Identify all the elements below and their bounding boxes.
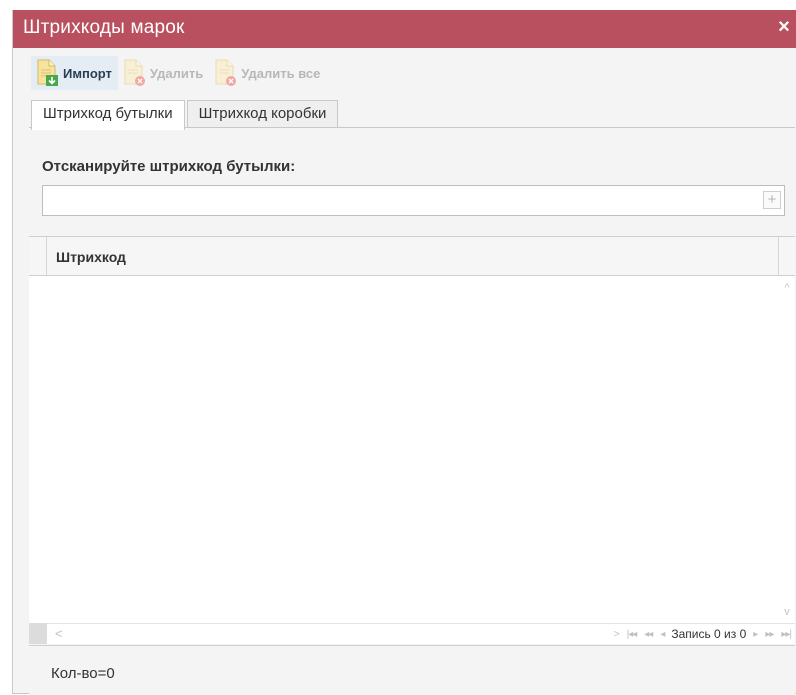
column-divider: [778, 237, 779, 275]
scan-input[interactable]: [43, 186, 753, 215]
scroll-down-icon[interactable]: v: [781, 606, 793, 618]
delete-button[interactable]: Удалить: [118, 56, 209, 90]
horizontal-scrollbar[interactable]: < > |◂◂ ◂◂ ◂ Запись 0 из 0 ▸ ▸▸ ▸▸|: [47, 623, 795, 644]
column-header-barcode[interactable]: Штрихкод: [56, 249, 126, 265]
document-import-icon: [35, 59, 59, 87]
document-delete-all-icon: [213, 59, 237, 87]
tab-box-barcode[interactable]: Штрихкод коробки: [186, 100, 339, 128]
grid-header: Штрихкод: [29, 237, 795, 276]
scroll-corner: [29, 623, 47, 644]
barcodes-dialog: Штрихкоды марок × Импорт Удалить Удалить…: [12, 10, 796, 695]
count-label: Кол-во=0: [51, 665, 115, 682]
dialog-title: Штрихкоды марок: [23, 17, 185, 38]
next-page-icon[interactable]: ▸▸: [761, 629, 777, 640]
scan-label: Отсканируйте штрихкод бутылки:: [42, 158, 296, 175]
scroll-left-icon[interactable]: <: [55, 626, 63, 641]
delete-button-label: Удалить: [149, 65, 204, 81]
delete-all-button[interactable]: Удалить все: [209, 56, 326, 90]
grid-body: [29, 276, 795, 624]
scroll-right-icon[interactable]: >: [610, 629, 623, 640]
tab-bottle-barcode[interactable]: Штрихкод бутылки: [31, 100, 185, 130]
dialog-titlebar: Штрихкоды марок ×: [13, 10, 796, 48]
delete-all-button-label: Удалить все: [241, 65, 321, 81]
barcode-grid: Штрихкод ^ v < > |◂◂ ◂◂ ◂ Запись 0 из 0 …: [29, 236, 795, 644]
scroll-up-icon[interactable]: ^: [781, 282, 793, 294]
close-icon[interactable]: ×: [774, 15, 794, 39]
import-button-label: Импорт: [63, 65, 112, 81]
previous-record-icon[interactable]: ◂: [656, 629, 668, 640]
pager: > |◂◂ ◂◂ ◂ Запись 0 из 0 ▸ ▸▸ ▸▸|: [610, 624, 795, 644]
grid-footer: Кол-во=0: [29, 645, 795, 695]
first-record-icon[interactable]: |◂◂: [623, 629, 641, 640]
tab-strip: Штрихкод бутылки Штрихкод коробки: [31, 100, 339, 130]
record-counter: Запись 0 из 0: [668, 627, 750, 641]
row-selector-header[interactable]: [29, 237, 47, 275]
tab-panel-bottle: Отсканируйте штрихкод бутылки: + Штрихко…: [29, 127, 795, 695]
toolbar: Импорт Удалить Удалить все: [31, 56, 326, 90]
vertical-scrollbar[interactable]: ^ v: [778, 276, 795, 624]
document-delete-icon: [122, 59, 146, 87]
scan-field: +: [42, 185, 785, 216]
import-button[interactable]: Импорт: [31, 56, 118, 90]
next-record-icon[interactable]: ▸: [749, 629, 761, 640]
last-record-icon[interactable]: ▸▸|: [777, 629, 795, 640]
add-icon[interactable]: +: [763, 191, 781, 209]
previous-page-icon[interactable]: ◂◂: [640, 629, 656, 640]
